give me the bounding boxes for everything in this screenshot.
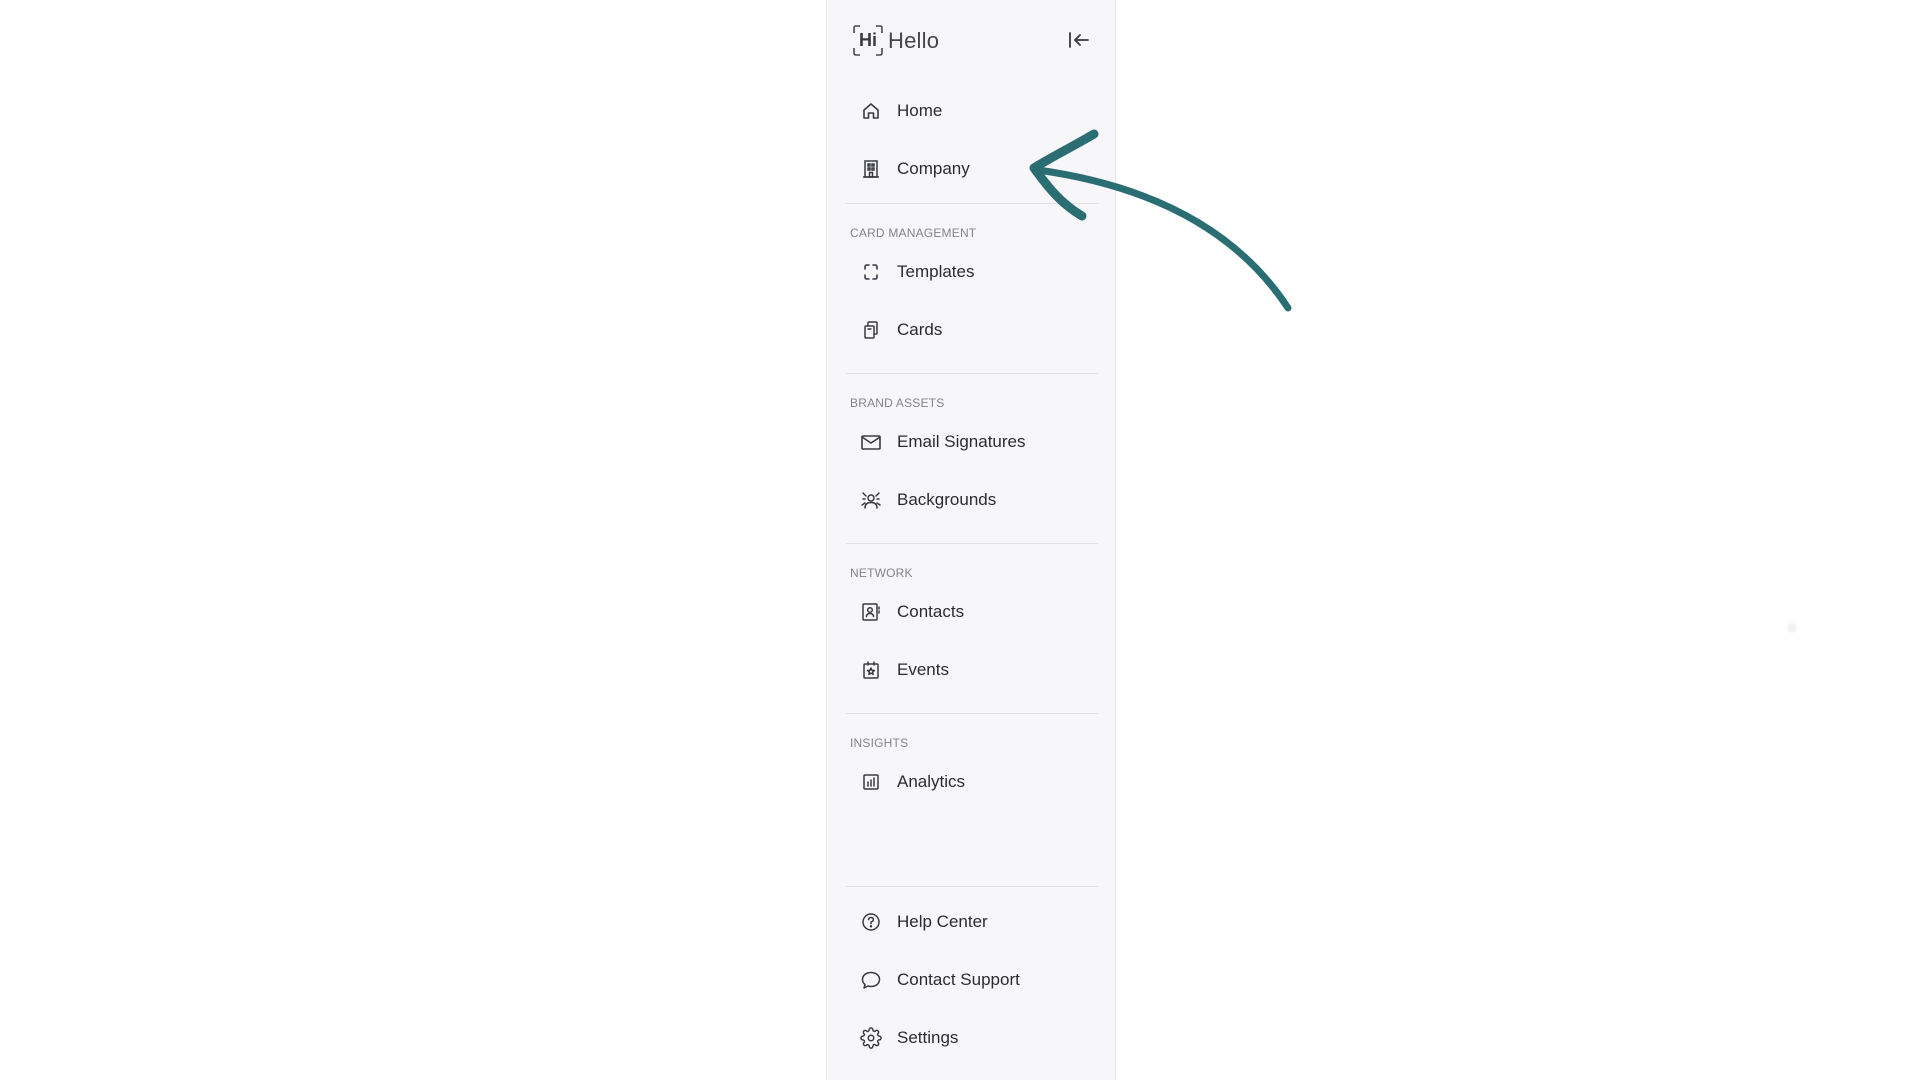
logo[interactable]: Hi Hello	[853, 25, 939, 56]
background-icon	[859, 488, 883, 512]
mail-icon	[859, 430, 883, 454]
nav-item-email-signatures[interactable]: Email Signatures	[847, 420, 1099, 464]
nav-label-cards: Cards	[897, 320, 943, 339]
nav-label-contacts: Contacts	[897, 602, 965, 621]
logo-text: Hello	[888, 27, 940, 53]
divider	[846, 713, 1098, 714]
nav-item-contact-support[interactable]: Contact Support	[847, 958, 1099, 1002]
nav-label-home: Home	[897, 101, 943, 120]
nav-label-contact-support: Contact Support	[897, 970, 1020, 989]
nav-item-contacts[interactable]: Contacts	[847, 590, 1099, 634]
chat-bubble-icon	[859, 968, 883, 992]
divider	[846, 886, 1098, 887]
cards-icon	[859, 318, 883, 342]
nav-item-backgrounds[interactable]: Backgrounds	[847, 478, 1099, 522]
nav-item-help-center[interactable]: Help Center	[847, 900, 1099, 944]
nav-label-analytics: Analytics	[897, 772, 966, 791]
nav-label-settings: Settings	[897, 1028, 959, 1047]
calendar-star-icon	[859, 658, 883, 682]
nav-label-help-center: Help Center	[897, 912, 988, 931]
contacts-icon	[859, 600, 883, 624]
decorative-dot	[1787, 623, 1797, 633]
screen: Hi Hello Home Company CARD MANAGEMENT Te…	[0, 0, 1920, 1080]
template-icon	[859, 260, 883, 284]
nav-label-backgrounds: Backgrounds	[897, 490, 997, 509]
logo-mark: Hi	[853, 25, 883, 56]
nav-label-events: Events	[897, 660, 949, 679]
section-title-network: NETWORK	[850, 566, 913, 580]
analytics-icon	[859, 770, 883, 794]
gear-icon	[859, 1026, 883, 1050]
nav-label-company: Company	[897, 159, 970, 178]
divider	[846, 543, 1098, 544]
section-title-brand-assets: BRAND ASSETS	[850, 396, 945, 410]
annotation-arrow	[1029, 129, 1292, 312]
collapse-left-icon	[1069, 32, 1089, 48]
nav-item-analytics[interactable]: Analytics	[847, 760, 1099, 804]
collapse-sidebar-button[interactable]	[1066, 28, 1092, 52]
section-title-insights: INSIGHTS	[850, 736, 909, 750]
nav-label-email-signatures: Email Signatures	[897, 432, 1026, 451]
nav-label-templates: Templates	[897, 262, 975, 281]
help-icon	[859, 910, 883, 934]
nav-item-settings[interactable]: Settings	[847, 1016, 1099, 1060]
divider	[846, 373, 1098, 374]
home-icon	[859, 99, 883, 123]
section-title-card-management: CARD MANAGEMENT	[850, 226, 977, 240]
building-icon	[859, 157, 883, 181]
nav-item-events[interactable]: Events	[847, 648, 1099, 692]
